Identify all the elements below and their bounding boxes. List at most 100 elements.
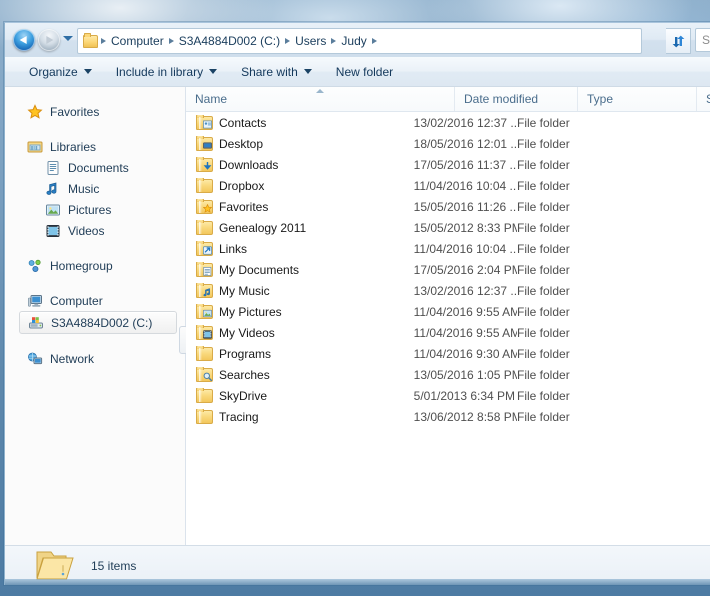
type-cell: File folder (517, 388, 570, 403)
folder-downloads-icon (196, 157, 213, 172)
refresh-button[interactable] (666, 28, 691, 54)
harddrive-icon (28, 315, 44, 331)
table-row[interactable]: Programs 11/04/2016 9:30 AM File folder (186, 343, 710, 364)
breadcrumb-item-users[interactable]: Users (291, 30, 330, 52)
sidebar-label: Network (50, 351, 95, 366)
type-cell: File folder (517, 304, 570, 319)
sidebar-item-homegroup[interactable]: Homegroup (5, 255, 185, 276)
folder-icon (196, 388, 213, 403)
nav-group-homegroup: Homegroup (5, 255, 185, 276)
network-icon (27, 351, 43, 367)
column-header-size[interactable]: Size (697, 87, 710, 111)
table-row[interactable]: SkyDrive 5/01/2013 6:34 PM File folder (186, 385, 710, 406)
forward-button[interactable] (38, 29, 60, 51)
file-name-label: Tracing (219, 409, 259, 424)
sidebar-item-documents[interactable]: Documents (5, 157, 185, 178)
history-dropdown-icon[interactable] (63, 36, 73, 41)
date-modified-cell: 5/01/2013 6:34 PM (413, 388, 516, 403)
breadcrumb-item-judy[interactable]: Judy (337, 30, 370, 52)
sidebar-item-s3a4884d002-c[interactable]: S3A4884D002 (C:) (19, 311, 177, 334)
folder-favorites-icon (203, 204, 212, 213)
file-name-cell: SkyDrive (196, 388, 414, 403)
table-row[interactable]: My Videos 11/04/2016 9:55 AM File folder (186, 322, 710, 343)
type-cell: File folder (517, 409, 570, 424)
table-row[interactable]: Desktop 18/05/2016 12:01 ... File folder (186, 133, 710, 154)
sidebar-item-favorites[interactable]: Favorites (5, 101, 185, 122)
file-name-cell: My Pictures (196, 304, 414, 319)
sidebar-label: Music (68, 181, 100, 196)
table-row[interactable]: My Pictures 11/04/2016 9:55 AM File folder (186, 301, 710, 322)
file-name-cell: Programs (196, 346, 414, 361)
organize-button[interactable]: Organize (19, 60, 102, 84)
date-modified-cell: 15/05/2012 8:33 PM (413, 220, 517, 235)
back-button[interactable] (13, 29, 35, 51)
sidebar-item-videos[interactable]: Videos (5, 220, 185, 241)
folder-documents-icon (203, 267, 212, 276)
search-input[interactable]: Se (695, 28, 710, 52)
folder-icon (196, 178, 213, 193)
nav-group-network: Network (5, 348, 185, 369)
table-row[interactable]: Tracing 13/06/2012 8:58 PM File folder (186, 406, 710, 427)
breadcrumb-separator-icon (168, 38, 174, 44)
folder-downloads-icon (203, 162, 212, 170)
type-cell: File folder (517, 262, 570, 277)
type-cell: File folder (517, 178, 570, 193)
explorer-window: Computer S3A4884D002 (C:) Users Judy Se … (4, 22, 710, 585)
sidebar-item-computer[interactable]: Computer (5, 290, 185, 311)
sidebar-item-libraries[interactable]: Libraries (5, 136, 185, 157)
type-cell: File folder (517, 283, 570, 298)
file-name-cell: Searches (196, 367, 414, 382)
table-row[interactable]: Favorites 15/05/2016 11:26 ... File folder (186, 196, 710, 217)
explorer-body: Favorites Libraries Documents Music Pict… (5, 87, 710, 545)
folder-desktop-icon (203, 142, 212, 149)
date-modified-cell: 11/04/2016 9:55 AM (413, 304, 517, 319)
share-with-label: Share with (241, 64, 298, 79)
file-name-label: SkyDrive (219, 388, 268, 403)
date-modified-cell: 11/04/2016 9:30 AM (413, 346, 517, 361)
sidebar-label: Pictures (68, 202, 112, 217)
column-header-date-modified[interactable]: Date modified (455, 87, 578, 111)
videos-icon (45, 223, 61, 239)
sidebar-item-pictures[interactable]: Pictures (5, 199, 185, 220)
folder-icon (196, 409, 213, 424)
file-name-label: Programs (219, 346, 272, 361)
table-row[interactable]: Genealogy 2011 15/05/2012 8:33 PM File fol… (186, 217, 710, 238)
sidebar-item-music[interactable]: Music (5, 178, 185, 199)
file-name-label: Genealogy 2011 (219, 220, 307, 235)
file-name-cell: Downloads (196, 157, 414, 172)
share-with-button[interactable]: Share with (231, 60, 322, 84)
table-row[interactable]: Dropbox 11/04/2016 10:04 ... File folder (186, 175, 710, 196)
breadcrumb-separator-icon (331, 38, 337, 44)
file-name-label: Downloads (219, 157, 279, 172)
table-row[interactable]: Downloads 17/05/2016 11:37 ... File folder (186, 154, 710, 175)
sidebar-item-network[interactable]: Network (5, 348, 185, 369)
table-row[interactable]: My Music 13/02/2016 12:37 ... File folder (186, 280, 710, 301)
column-header-name[interactable]: Name (186, 87, 455, 111)
file-rows: Contacts 13/02/2016 12:37 ... File folder D… (186, 112, 710, 427)
breadcrumb-item-drive[interactable]: S3A4884D002 (C:) (175, 30, 284, 52)
file-name-cell: Desktop (196, 136, 414, 151)
include-in-library-button[interactable]: Include in library (106, 60, 227, 84)
breadcrumb[interactable]: Computer S3A4884D002 (C:) Users Judy (77, 28, 642, 54)
folder-documents-icon (196, 262, 213, 277)
column-header-type[interactable]: Type (578, 87, 697, 111)
chevron-down-icon (209, 69, 218, 74)
table-row[interactable]: Searches 13/05/2016 1:05 PM File folder (186, 364, 710, 385)
table-row[interactable]: My Documents 17/05/2016 2:04 PM File folde… (186, 259, 710, 280)
folder-icon (83, 32, 98, 48)
table-row[interactable]: Links 11/04/2016 10:04 ... File folder (186, 238, 710, 259)
organize-label: Organize (29, 64, 78, 79)
table-row[interactable]: Contacts 13/02/2016 12:37 ... File folder (186, 112, 710, 133)
column-header-row: Name Date modified Type Size (186, 87, 710, 112)
folder-pictures-icon (196, 304, 213, 319)
new-folder-label: New folder (335, 64, 394, 79)
file-name-label: My Music (219, 283, 270, 298)
file-name-label: Links (219, 241, 248, 256)
folder-favorites-icon (196, 199, 213, 214)
date-modified-cell: 11/04/2016 10:04 ... (413, 241, 517, 256)
breadcrumb-item-computer[interactable]: Computer (107, 30, 168, 52)
file-name-label: Searches (219, 367, 270, 382)
new-folder-button[interactable]: New folder (326, 60, 403, 84)
type-cell: File folder (517, 199, 570, 214)
nav-group-favorites: Favorites (5, 101, 185, 122)
